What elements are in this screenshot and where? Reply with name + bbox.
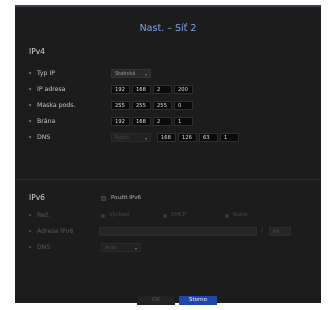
mode-manual-label: Ruční	[233, 212, 248, 218]
chevron-down-icon: ▾	[144, 136, 147, 141]
section-divider	[15, 179, 321, 180]
ipv6-dns-value: Auto	[105, 245, 117, 251]
gateway-octet-2[interactable]: 168	[132, 117, 151, 126]
mode-default-label: Výchozí	[109, 212, 130, 218]
network-settings-dialog: Nast. – Síť 2 IPv4 Typ IP Statická ▾ IP …	[15, 5, 321, 305]
ip-type-label: Typ IP	[29, 70, 55, 77]
gateway-label: Brána	[29, 118, 55, 125]
chevron-down-icon: ▾	[144, 72, 147, 77]
mode-dhcp-radio[interactable]	[163, 214, 167, 218]
ip-octet-4[interactable]: 200	[174, 85, 193, 94]
ipv6-heading: IPv6	[29, 193, 45, 202]
ipv6-address-label: Adresa IPv6	[29, 228, 73, 235]
dns-octet-1[interactable]: 168	[157, 133, 176, 142]
dns-octet-4[interactable]: 1	[220, 133, 239, 142]
mask-octet-3[interactable]: 255	[153, 101, 172, 110]
mode-dhcp-label: DHCP	[171, 212, 186, 218]
ip-type-select[interactable]: Statická ▾	[111, 69, 151, 78]
use-ipv6-checkbox[interactable]	[101, 196, 106, 201]
ip-octet-2[interactable]: 168	[132, 85, 151, 94]
ipv4-heading: IPv4	[29, 47, 45, 56]
dns-octet-3[interactable]: 63	[199, 133, 218, 142]
dns-mode-value: Ruční	[115, 135, 129, 141]
mode-manual-radio[interactable]	[225, 214, 229, 218]
mask-octet-2[interactable]: 255	[132, 101, 151, 110]
dialog-title: Nast. – Síť 2	[139, 23, 197, 34]
subnet-mask-label: Maska pods.	[29, 102, 75, 109]
mask-octet-1[interactable]: 255	[111, 101, 130, 110]
ip-octet-3[interactable]: 2	[153, 85, 172, 94]
ip-octet-1[interactable]: 192	[111, 85, 130, 94]
ipv6-dns-select[interactable]: Auto ▾	[101, 243, 141, 252]
dns-mode-select[interactable]: Ruční ▾	[111, 133, 151, 142]
dns-label: DNS	[29, 134, 50, 141]
ok-button[interactable]: OK	[137, 296, 175, 305]
ip-address-label: IP adresa	[29, 86, 65, 93]
gateway-octet-1[interactable]: 192	[111, 117, 130, 126]
title-bar-line	[15, 5, 321, 7]
gateway-octet-3[interactable]: 2	[153, 117, 172, 126]
ipv6-address-input[interactable]	[99, 227, 257, 236]
dns-octet-2[interactable]: 126	[178, 133, 197, 142]
mode-default-radio[interactable]	[101, 214, 105, 218]
gateway-octet-4[interactable]: 1	[174, 117, 193, 126]
ipv6-prefix-input[interactable]: 64	[269, 227, 291, 236]
ipv6-dns-label: DNS	[29, 244, 50, 251]
ip-type-value: Statická	[115, 71, 136, 77]
mask-octet-4[interactable]: 0	[174, 101, 193, 110]
cancel-button[interactable]: Storno	[179, 296, 217, 305]
ipv6-mode-label: Rež.	[29, 212, 50, 219]
use-ipv6-label: Použít IPv6	[111, 195, 141, 201]
chevron-down-icon: ▾	[134, 246, 137, 251]
prefix-separator: /	[261, 227, 264, 234]
